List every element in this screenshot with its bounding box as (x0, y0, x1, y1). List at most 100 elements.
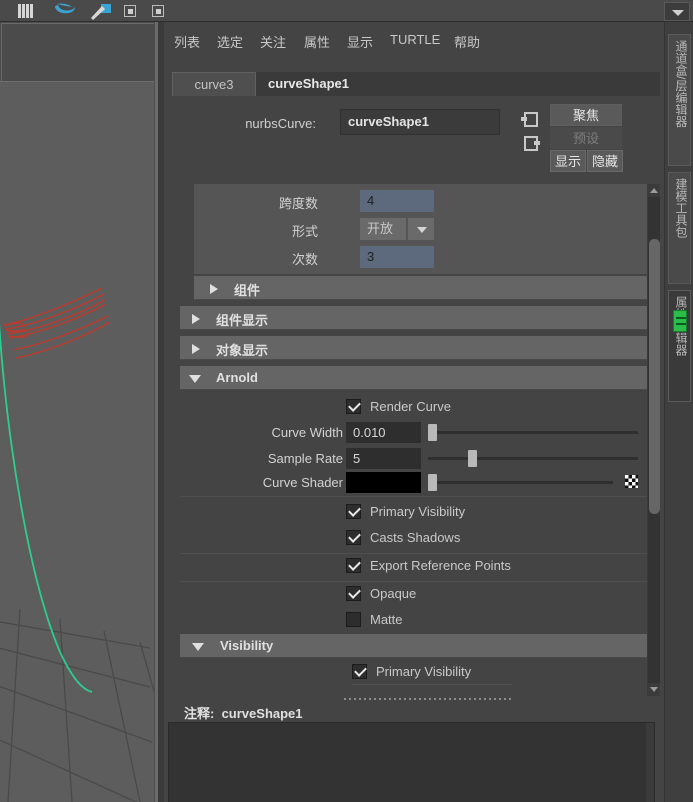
nurbs-curve-attrs-group: 跨度数 4 形式 开放 次数 3 (194, 184, 647, 274)
color-swatch-curve-shader[interactable] (346, 472, 421, 493)
section-header-object-display[interactable]: 对象显示 (180, 336, 647, 360)
notes-scrollbar[interactable] (646, 723, 654, 802)
maya-application-window: 列表 选定 关注 属性 显示 TURTLE 帮助 curve3 curveSha… (0, 0, 693, 802)
attr-input-spans[interactable]: 4 (360, 190, 434, 212)
node-tab-bar: curve3 curveShape1 (172, 72, 660, 96)
row-opaque: Opaque (180, 584, 520, 608)
notes-label-text: 注释: (184, 706, 215, 721)
menu-item-focus[interactable]: 关注 (260, 32, 286, 51)
menu-item-help[interactable]: 帮助 (454, 32, 480, 51)
square-tool-icon[interactable] (124, 5, 136, 17)
row-render-curve: Render Curve (180, 396, 480, 420)
viewport-top-bar (0, 22, 158, 82)
label-casts-shadows: Casts Shadows (370, 530, 461, 545)
input-sample-rate[interactable]: 5 (346, 448, 421, 469)
checkerboard-texture-icon[interactable] (625, 475, 638, 488)
panel-menu-chevron-down-icon[interactable] (664, 2, 690, 21)
checkbox-primary-visibility[interactable] (346, 504, 361, 519)
checkbox-visibility-primary-visibility[interactable] (352, 664, 367, 679)
attr-input-degree[interactable]: 3 (360, 246, 434, 268)
attribute-editor-panel: 列表 选定 关注 属性 显示 TURTLE 帮助 curve3 curveSha… (164, 22, 693, 802)
checkbox-matte[interactable] (346, 612, 361, 627)
attr-row-degree: 次数 3 (194, 246, 434, 268)
notes-textarea[interactable] (168, 722, 655, 802)
right-tab-rail: 通道盒/层编辑器 建模工具包 属性编辑器 (664, 22, 693, 802)
tab-curveshape1[interactable]: curveShape1 (256, 72, 361, 96)
attr-row-form: 形式 开放 (194, 218, 434, 240)
checkbox-casts-shadows[interactable] (346, 530, 361, 545)
hide-button[interactable]: 隐藏 (587, 150, 623, 172)
scroll-up-arrow-icon[interactable] (648, 184, 660, 197)
maya-logo-icon[interactable] (52, 1, 78, 21)
row-matte: Matte (180, 610, 520, 634)
menu-item-show[interactable]: 显示 (347, 32, 373, 51)
attribute-editor-icon (673, 310, 687, 332)
label-export-reference-points: Export Reference Points (370, 558, 511, 573)
chevron-down-icon[interactable] (406, 218, 434, 240)
section-label-components: 组件 (234, 283, 261, 298)
attr-select-form[interactable]: 开放 (360, 218, 406, 240)
checkbox-export-reference-points[interactable] (346, 558, 361, 573)
slider-track-curve-shader[interactable] (428, 481, 613, 484)
slider-thumb-sample-rate[interactable] (468, 450, 477, 467)
slider-track-curve-width[interactable] (428, 431, 638, 434)
scrollbar-thumb[interactable] (649, 239, 660, 514)
slider-thumb-curve-width[interactable] (428, 424, 437, 441)
checkbox-render-curve[interactable] (346, 399, 361, 414)
notes-target-name: curveShape1 (221, 706, 303, 721)
section-header-component-display[interactable]: 组件显示 (180, 306, 647, 330)
focus-button[interactable]: 聚焦 (550, 104, 622, 126)
section-label-arnold: Arnold (216, 370, 258, 385)
rail-tab-channel-box-layer-editor[interactable]: 通道盒/层编辑器 (668, 34, 691, 166)
paint-brush-icon[interactable] (88, 1, 114, 21)
label-sample-rate: Sample Rate (267, 451, 343, 466)
viewport-scene (0, 287, 158, 802)
divider (352, 684, 512, 685)
preset-button[interactable]: 预设 (550, 127, 622, 149)
label-matte: Matte (370, 612, 403, 627)
label-curve-shader: Curve Shader (262, 475, 343, 490)
input-curve-width[interactable]: 0.010 (346, 422, 421, 443)
menu-item-list[interactable]: 列表 (174, 32, 200, 51)
attr-label-degree: 次数 (291, 252, 318, 267)
show-button[interactable]: 显示 (550, 150, 586, 172)
row-sample-rate: Sample Rate 5 (180, 448, 647, 470)
section-header-components[interactable]: 组件 (194, 276, 647, 300)
shelf-bars-icon[interactable] (18, 1, 40, 21)
rail-tab-label-channel-box: 通道盒/层编辑器 (674, 40, 688, 128)
arrow-into-box-icon[interactable] (521, 112, 538, 127)
attr-row-spans: 跨度数 4 (194, 190, 434, 212)
row-visibility-primary-visibility: Primary Visibility (180, 662, 520, 686)
square-tool-icon[interactable] (152, 5, 164, 17)
section-header-arnold[interactable]: Arnold (180, 366, 647, 390)
attribute-scroll-area[interactable]: 跨度数 4 形式 开放 次数 3 组件 组件显示 对象显示 Arnold Ren… (180, 184, 660, 696)
attribute-list: 跨度数 4 形式 开放 次数 3 组件 组件显示 对象显示 Arnold Ren… (180, 184, 647, 696)
label-render-curve: Render Curve (370, 399, 451, 414)
slider-thumb-curve-shader[interactable] (428, 474, 437, 491)
section-header-visibility[interactable]: Visibility (180, 634, 647, 658)
tab-curve3[interactable]: curve3 (172, 72, 256, 96)
perspective-viewport[interactable] (0, 22, 158, 802)
divider (180, 496, 647, 497)
viewport-canvas[interactable] (0, 82, 158, 802)
row-primary-visibility: Primary Visibility (180, 502, 520, 526)
attr-label-form: 形式 (291, 224, 318, 239)
divider (180, 581, 647, 582)
menu-item-turtle[interactable]: TURTLE (390, 32, 440, 47)
attribute-scrollbar[interactable] (647, 184, 660, 696)
label-visibility-primary-visibility: Primary Visibility (376, 664, 472, 679)
label-primary-visibility: Primary Visibility (370, 504, 466, 519)
label-opaque: Opaque (370, 586, 417, 601)
checkbox-opaque[interactable] (346, 586, 361, 601)
node-name-input[interactable]: curveShape1 (340, 109, 500, 135)
notes-label: 注释: curveShape1 (184, 703, 303, 722)
arrow-out-of-box-icon[interactable] (521, 136, 540, 151)
scroll-down-arrow-icon[interactable] (648, 683, 660, 696)
menu-item-selected[interactable]: 选定 (217, 32, 243, 51)
rail-tab-modeling-toolkit[interactable]: 建模工具包 (668, 172, 691, 284)
menu-item-attributes[interactable]: 属性 (304, 32, 330, 51)
node-name-row: nurbsCurve: curveShape1 聚焦 预设 显示 隐藏 (164, 104, 660, 172)
section-label-visibility: Visibility (220, 638, 274, 653)
rail-tab-attribute-editor[interactable]: 属性编辑器 (668, 290, 691, 402)
slider-track-sample-rate[interactable] (428, 457, 638, 460)
